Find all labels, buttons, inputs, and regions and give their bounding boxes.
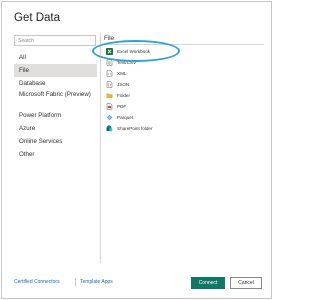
connector-text-csv[interactable]: Text/CSV — [104, 57, 264, 68]
connector-json[interactable]: JSON — [104, 79, 264, 90]
connector-excel-workbook[interactable]: Excel Workbook — [104, 46, 264, 57]
section-rule — [104, 44, 264, 45]
connector-label: Excel Workbook — [117, 49, 151, 54]
certified-connectors-link[interactable]: Certified Connectors — [14, 279, 60, 285]
pane-divider — [100, 33, 101, 263]
footer-separator — [75, 278, 76, 286]
json-file-icon — [106, 81, 113, 88]
connector-label: PDF — [117, 104, 127, 109]
sharepoint-icon — [106, 125, 113, 132]
connector-label: JSON — [117, 82, 130, 87]
connector-label: XML — [117, 71, 127, 76]
category-other[interactable]: Other — [14, 148, 97, 161]
connector-label: Folder — [117, 93, 131, 98]
section-title: File — [104, 35, 114, 42]
text-file-icon — [106, 59, 113, 66]
connect-button[interactable]: Connect — [191, 277, 225, 289]
connector-label: SharePoint folder — [117, 126, 153, 131]
xml-file-icon — [106, 70, 113, 77]
connector-label: Parquet — [117, 115, 134, 120]
connector-xml[interactable]: XML — [104, 68, 264, 79]
connector-folder[interactable]: Folder — [104, 90, 264, 101]
connector-label: Text/CSV — [117, 60, 137, 65]
category-microsoft-fabric[interactable]: Microsoft Fabric (Preview) — [14, 90, 97, 109]
excel-icon — [106, 48, 113, 55]
category-list: All File Database Microsoft Fabric (Prev… — [14, 51, 97, 161]
parquet-icon — [106, 114, 113, 121]
category-online-services[interactable]: Online Services — [14, 135, 97, 148]
connector-sharepoint-folder[interactable]: SharePoint folder — [104, 123, 264, 134]
category-all[interactable]: All — [14, 51, 97, 64]
get-data-dialog: Get Data All File Database Microsoft Fab… — [1, 1, 272, 299]
connector-pdf[interactable]: PDF — [104, 101, 264, 112]
connector-parquet[interactable]: Parquet — [104, 112, 264, 123]
pdf-icon — [106, 103, 113, 110]
category-file[interactable]: File — [14, 64, 97, 77]
connector-list: Excel Workbook Text/CSV XML JSON Folder — [104, 46, 264, 134]
folder-icon — [106, 92, 113, 99]
dialog-title: Get Data — [14, 12, 61, 24]
category-azure[interactable]: Azure — [14, 122, 97, 135]
search-input[interactable] — [14, 35, 96, 46]
cancel-button[interactable]: Cancel — [230, 277, 262, 289]
category-power-platform[interactable]: Power Platform — [14, 109, 97, 122]
template-apps-link[interactable]: Template Apps — [80, 279, 113, 285]
category-database[interactable]: Database — [14, 77, 97, 90]
